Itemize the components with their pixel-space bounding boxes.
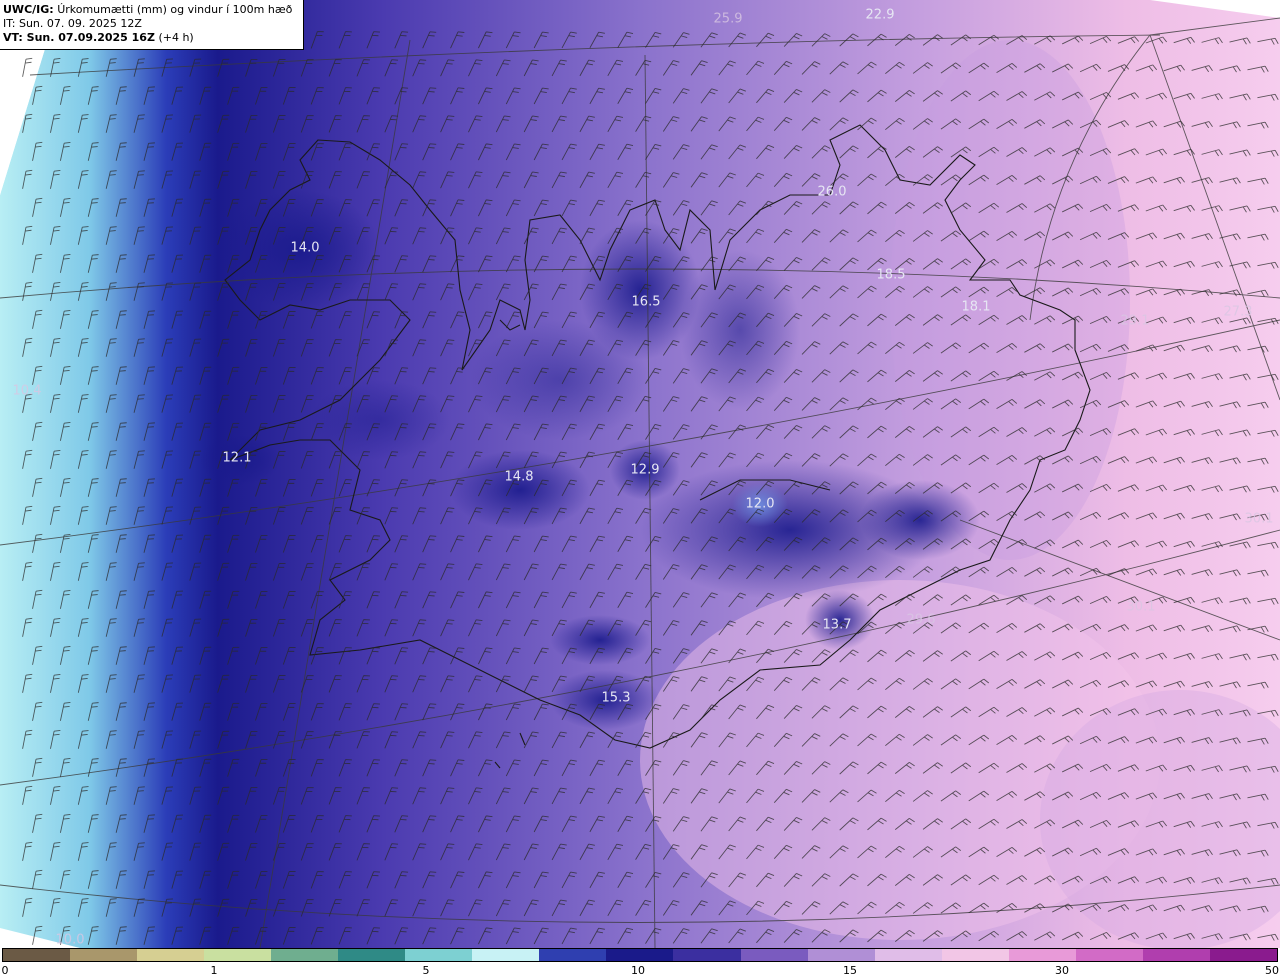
colorbar-segment [941,949,1009,961]
colorbar-segment [3,949,71,961]
model-name: UWC/IG: [3,3,54,16]
map-title-box: UWC/IG: Úrkomumætti (mm) og vindur í 100… [0,0,304,50]
map-title: UWC/IG: Úrkomumætti (mm) og vindur í 100… [3,3,303,17]
map-value-label: 12.1 [222,450,252,466]
colorbar-tick-label: 15 [843,964,858,977]
colorbar-segment [70,949,138,961]
map-value-label: 30.1 [1244,511,1274,527]
colorbar-segment [338,949,406,961]
colorbar-segment [137,949,205,961]
map-value-label: 16.5 [631,294,661,310]
map-value-label: 14.0 [290,240,320,256]
map-value-label: 13.7 [822,617,852,633]
lead-time: (+4 h) [158,31,194,44]
valid-time-row: VT: Sun. 07.09.2025 16Z (+4 h) [3,31,303,45]
map-value-label: 29.6 [906,612,936,628]
field-name: Úrkomumætti (mm) og vindur í 100m hæð [57,3,293,16]
colorbar-segment [1075,949,1143,961]
colorbar-tick-label: 0 [1,964,9,977]
colorbar-segment [472,949,540,961]
colorbar-segment [606,949,674,961]
colorbar-segment [874,949,942,961]
map-value-label: 30.1 [1126,599,1156,615]
map-value-label: 15.3 [601,690,631,706]
map-value-label: 12.9 [630,462,660,478]
map-value-label: 27.3 [1223,304,1253,320]
map-value-label: 10.4 [12,383,42,399]
colorbar-segment [1142,949,1210,961]
map-value-label: 26.0 [817,184,847,200]
map-value-label: 10.0 [55,932,85,948]
map-value-label: 25.9 [713,11,743,27]
colorbar-segment [673,949,741,961]
colorbar-segment [539,949,607,961]
init-time: IT: Sun. 07. 09. 2025 12Z [3,17,142,30]
colorbar-segment [405,949,473,961]
map-value-label: 14.8 [504,469,534,485]
colorbar-tick-label: 30 [1054,964,1069,977]
colorbar-segment [271,949,339,961]
colorbar: 0 1 5 10 15 30 50 [0,948,1280,978]
map-value-label: 22.9 [865,7,895,23]
map-value-label: 18.1 [961,299,991,315]
colorbar-segment [1008,949,1076,961]
valid-time: VT: Sun. 07.09.2025 16Z [3,31,155,44]
colorbar-segment [740,949,808,961]
map-value-label: 18.5 [876,267,906,283]
colorbar-strip [2,948,1278,962]
colorbar-segment [1209,949,1277,961]
map-value-label: 29.1 [1120,313,1150,329]
colorbar-tick-label: 1 [210,964,218,977]
colorbar-segment [204,949,272,961]
colorbar-segment [807,949,875,961]
colorbar-tick-label: 5 [422,964,430,977]
colorbar-tick-label: 10 [631,964,645,977]
colorbar-tick-label: 50 [1265,964,1279,977]
map-value-label: 12.0 [745,496,775,512]
